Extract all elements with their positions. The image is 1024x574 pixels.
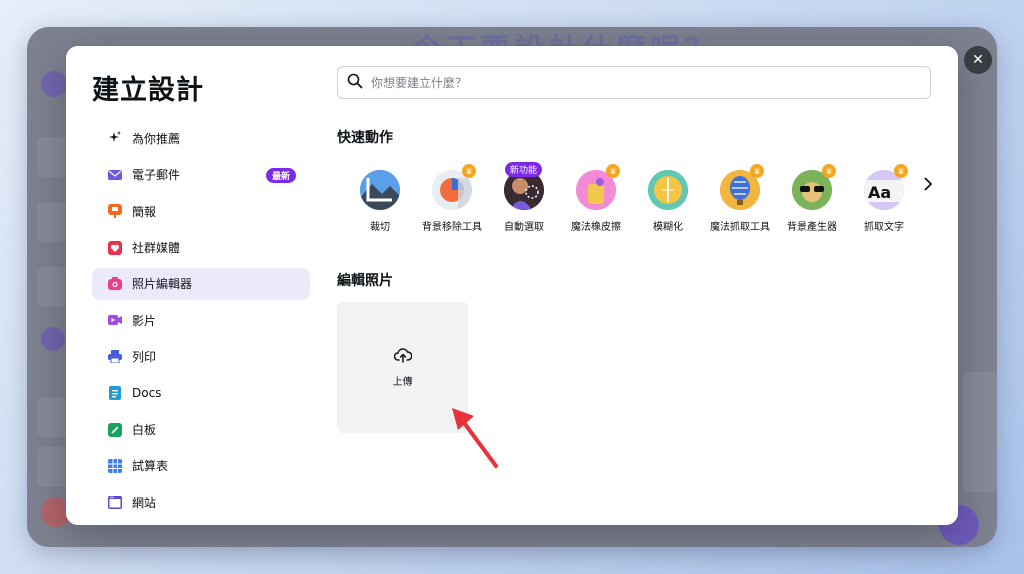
- sidebar-item-spreadsheet[interactable]: 試算表: [92, 450, 310, 482]
- quick-action-crop[interactable]: 裁切: [344, 164, 416, 233]
- quick-action-label: 模糊化: [653, 222, 683, 233]
- sidebar-item-print[interactable]: 列印: [92, 341, 310, 373]
- heart-icon: [108, 240, 122, 255]
- search-icon: [347, 73, 363, 93]
- spreadsheet-icon: [108, 458, 122, 473]
- create-design-modal: 建立設計 為你推薦 電子郵件 最新 簡報 社群媒體 照片編輯器 影片 列印 Do…: [66, 46, 958, 525]
- quick-actions-title: 快速動作: [337, 130, 393, 146]
- whiteboard-icon: [108, 422, 122, 437]
- background-nav-item: [37, 397, 67, 437]
- quick-action-label: 背景移除工具: [422, 222, 482, 233]
- blur-icon: [648, 170, 688, 210]
- new-feature-badge: 新功能: [505, 162, 543, 177]
- sidebar-item-label: 白板: [132, 423, 157, 438]
- background-nav-item: [37, 447, 67, 487]
- sidebar-item-label: 影片: [132, 313, 157, 328]
- crown-icon: ♛: [822, 164, 836, 178]
- sidebar-item-label: Docs: [132, 386, 162, 401]
- background-nav-item: [37, 267, 67, 307]
- video-icon: [108, 313, 122, 327]
- svg-text:Aa: Aa: [868, 183, 891, 202]
- quick-action-label: 裁切: [370, 222, 390, 233]
- sidebar-item-label: 列印: [132, 350, 157, 365]
- quick-action-label: 魔法抓取工具: [710, 222, 770, 233]
- crown-icon: ♛: [606, 164, 620, 178]
- sidebar-item-label: 簡報: [132, 204, 157, 219]
- sidebar-item-label: 試算表: [132, 459, 169, 474]
- search-input[interactable]: [371, 75, 911, 90]
- upload-label: 上傳: [392, 377, 413, 388]
- sidebar-item-label: 網站: [132, 495, 157, 510]
- sidebar-item-docs[interactable]: Docs: [92, 377, 310, 409]
- quick-action-label: 抓取文字: [864, 222, 904, 233]
- presentation-icon: [108, 204, 122, 219]
- background-nav-item: [37, 202, 67, 242]
- sidebar-item-social[interactable]: 社群媒體: [92, 232, 310, 264]
- cloud-upload-icon: [393, 347, 412, 367]
- sidebar-item-label: 照片編輯器: [132, 277, 193, 292]
- chevron-right-icon: [923, 176, 933, 195]
- quick-action-label: 自動選取: [504, 222, 544, 233]
- website-icon: [108, 495, 122, 509]
- close-button[interactable]: ✕: [964, 46, 992, 74]
- quick-action-bg-remover[interactable]: ♛ 背景移除工具: [416, 164, 488, 233]
- quick-actions-row: 裁切 ♛ 背景移除工具 新功能 自動選取 ♛ 魔法橡皮擦 模糊化 ♛ 魔法抓取工…: [344, 162, 908, 254]
- crown-icon: ♛: [462, 164, 476, 178]
- category-sidebar: 為你推薦 電子郵件 最新 簡報 社群媒體 照片編輯器 影片 列印 Docs 白板…: [92, 118, 310, 518]
- edit-photos-title: 編輯照片: [337, 273, 393, 289]
- search-box[interactable]: [337, 66, 931, 99]
- quick-action-label: 背景產生器: [787, 222, 837, 233]
- close-icon: ✕: [972, 52, 984, 68]
- sidebar-item-recommended[interactable]: 為你推薦: [92, 122, 310, 154]
- scroll-right-button[interactable]: [923, 176, 933, 195]
- sidebar-item-whiteboard[interactable]: 白板: [92, 414, 310, 446]
- quick-action-magic-grab[interactable]: ♛ 魔法抓取工具: [704, 164, 776, 233]
- background-nav-item: [37, 137, 67, 177]
- quick-action-auto-select[interactable]: 新功能 自動選取: [488, 162, 560, 233]
- camera-icon: [108, 277, 122, 291]
- background-nav-active: [41, 327, 65, 351]
- sidebar-item-label: 社群媒體: [132, 241, 181, 256]
- envelope-icon: [108, 168, 122, 182]
- quick-action-bg-generator[interactable]: ♛ 背景產生器: [776, 164, 848, 233]
- annotation-arrow-icon: [452, 408, 498, 468]
- quick-action-blur[interactable]: 模糊化: [632, 164, 704, 233]
- modal-title: 建立設計: [92, 75, 204, 106]
- sidebar-item-website[interactable]: 網站: [92, 486, 310, 518]
- quick-action-label: 魔法橡皮擦: [571, 222, 621, 233]
- docs-icon: [108, 386, 122, 401]
- sidebar-item-label: 電子郵件: [132, 168, 181, 183]
- background-panel: [962, 372, 997, 492]
- sparkles-icon: [108, 131, 122, 145]
- crop-icon: [360, 170, 400, 210]
- sidebar-item-email[interactable]: 電子郵件 最新: [92, 159, 310, 191]
- sidebar-item-video[interactable]: 影片: [92, 304, 310, 336]
- quick-action-grab-text[interactable]: ♛ Aa 抓取文字: [848, 164, 920, 233]
- new-badge: 最新: [265, 167, 296, 183]
- background-avatar: [41, 71, 67, 97]
- printer-icon: [108, 350, 122, 364]
- sidebar-item-label: 為你推薦: [132, 131, 181, 146]
- crown-icon: ♛: [750, 164, 764, 178]
- sidebar-item-presentation[interactable]: 簡報: [92, 195, 310, 227]
- sidebar-item-photo-editor[interactable]: 照片編輯器: [92, 267, 310, 300]
- quick-action-magic-eraser[interactable]: ♛ 魔法橡皮擦: [560, 164, 632, 233]
- crown-icon: ♛: [894, 164, 908, 178]
